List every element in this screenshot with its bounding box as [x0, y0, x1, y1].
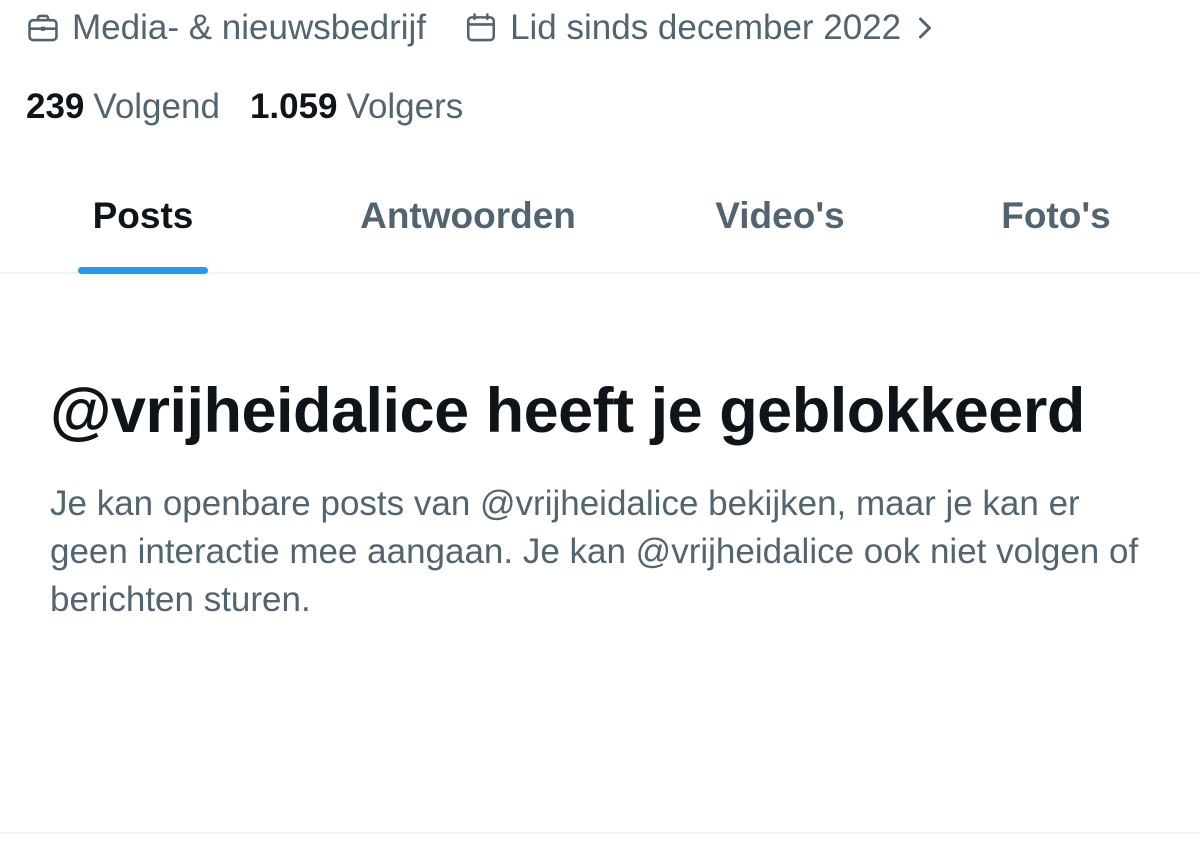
followers-label: Volgers: [346, 87, 464, 126]
tab-photos[interactable]: Foto's: [980, 160, 1132, 272]
tab-replies-label: Antwoorden: [360, 195, 576, 236]
followers-count: 1.059: [249, 87, 338, 126]
calendar-icon: [467, 13, 496, 42]
following-link[interactable]: 239 Volgend: [26, 87, 220, 127]
divider: [0, 832, 1200, 834]
tab-photos-label: Foto's: [1001, 195, 1111, 236]
followers-link[interactable]: 1.059 Volgers: [250, 87, 463, 127]
blocked-description: Je kan openbare posts van @vrijheidalice…: [50, 484, 1139, 619]
following-label: Volgend: [93, 87, 220, 126]
profile-stats: 239 Volgend 1.059 Volgers: [26, 82, 463, 132]
active-tab-indicator: [78, 267, 208, 274]
blocked-title: @vrijheidalice heeft je geblokkeerd: [50, 376, 1085, 446]
profile-category: Media- & nieuwsbedrijf: [26, 8, 426, 48]
briefcase-icon: [28, 14, 58, 42]
tab-videos[interactable]: Video's: [690, 160, 870, 272]
chevron-right-icon[interactable]: [915, 16, 935, 40]
profile-joined-text: Lid sinds december 2022: [510, 8, 902, 47]
tab-posts[interactable]: Posts: [78, 160, 208, 274]
profile-tabs: Posts Antwoorden Video's Foto's: [0, 160, 1200, 274]
tab-posts-label: Posts: [92, 195, 194, 236]
tab-replies[interactable]: Antwoorden: [330, 160, 606, 272]
tab-videos-label: Video's: [715, 195, 845, 236]
profile-joined[interactable]: Lid sinds december 2022: [464, 8, 935, 48]
profile-meta-row: Media- & nieuwsbedrijf Lid sinds decembe…: [26, 0, 935, 56]
blocked-notice: @vrijheidalice heeft je geblokkeerd Je k…: [50, 368, 1160, 624]
profile-category-text: Media- & nieuwsbedrijf: [72, 8, 427, 47]
following-count: 239: [26, 87, 85, 126]
